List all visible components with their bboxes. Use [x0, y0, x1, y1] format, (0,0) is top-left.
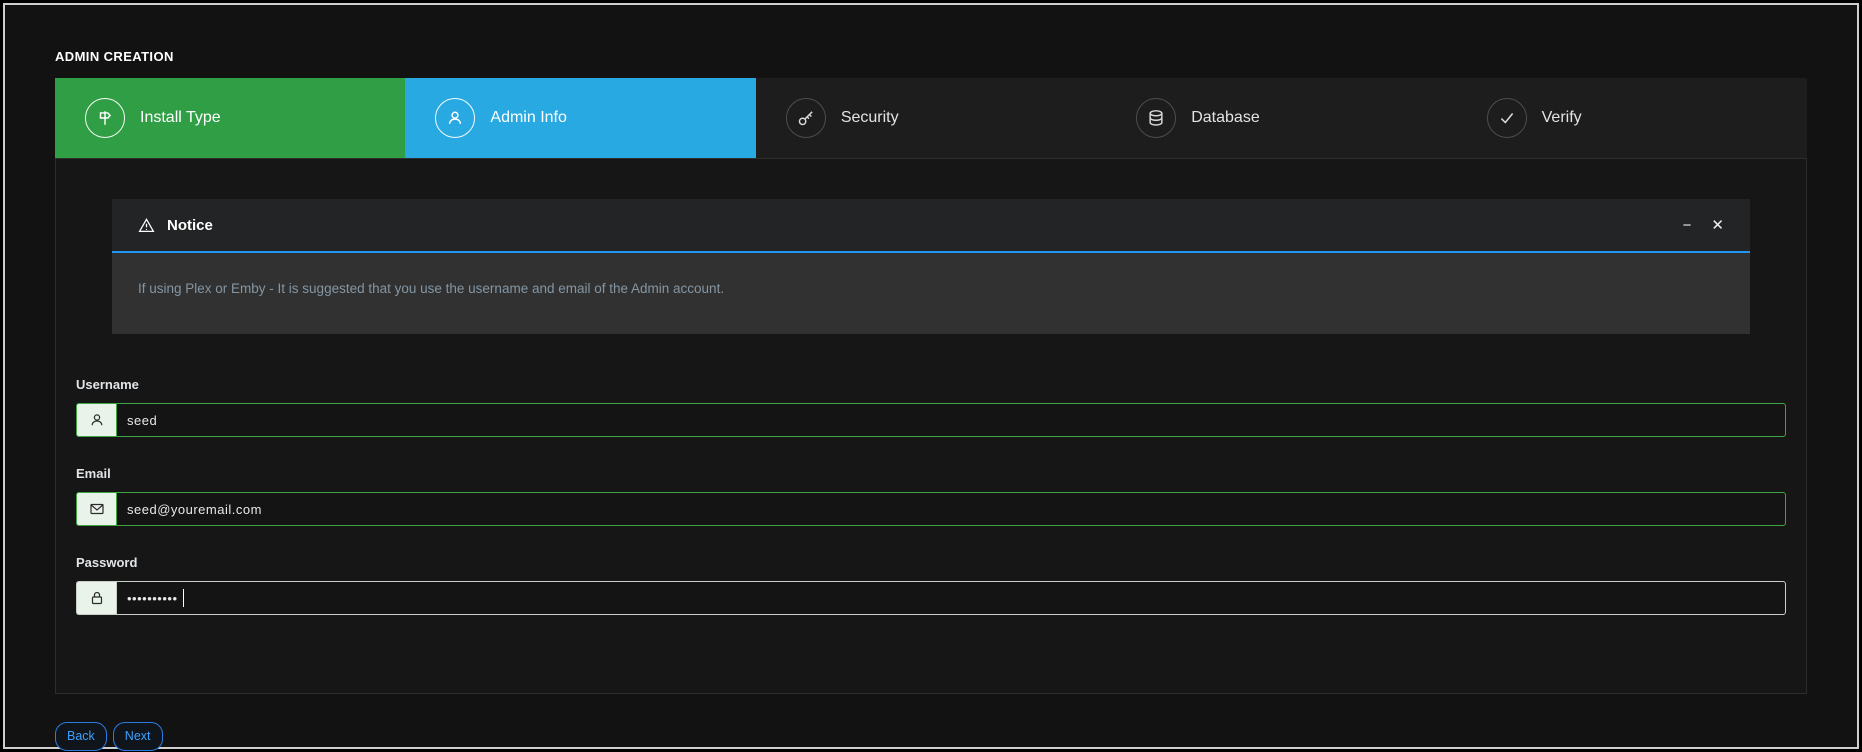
- user-icon: [76, 403, 116, 437]
- wizard-tabs: Install Type Admin Info Security: [55, 78, 1807, 158]
- key-icon: [786, 98, 826, 138]
- password-input[interactable]: [116, 581, 1786, 615]
- username-label: Username: [76, 376, 1786, 394]
- email-input[interactable]: [116, 492, 1786, 526]
- tab-label: Verify: [1542, 109, 1582, 127]
- next-button[interactable]: Next: [113, 722, 163, 751]
- tab-label: Admin Info: [490, 109, 566, 127]
- email-label: Email: [76, 465, 1786, 483]
- notice-title: Notice: [167, 217, 213, 234]
- back-button[interactable]: Back: [55, 722, 107, 751]
- tab-admin-info[interactable]: Admin Info: [405, 78, 755, 158]
- username-input[interactable]: [116, 403, 1786, 437]
- password-label: Password: [76, 554, 1786, 572]
- password-group: [76, 581, 1786, 615]
- notice-message: If using Plex or Emby - It is suggested …: [138, 281, 724, 296]
- close-button[interactable]: ✕: [1711, 218, 1724, 233]
- tab-label: Security: [841, 109, 899, 127]
- tab-install-type[interactable]: Install Type: [55, 78, 405, 158]
- user-icon: [435, 98, 475, 138]
- username-group: [76, 403, 1786, 437]
- window-frame: ADMIN CREATION Install Type Admin Info: [3, 3, 1859, 749]
- warning-icon: [138, 217, 155, 234]
- tab-database[interactable]: Database: [1106, 78, 1456, 158]
- minimize-button[interactable]: −: [1683, 218, 1692, 233]
- wizard-actions: Back Next: [55, 722, 1807, 751]
- envelope-icon: [76, 492, 116, 526]
- tab-label: Install Type: [140, 109, 221, 127]
- page-title: ADMIN CREATION: [55, 49, 1807, 64]
- email-group: [76, 492, 1786, 526]
- notice-panel: Notice − ✕ If using Plex or Emby - It is…: [112, 199, 1750, 334]
- tab-label: Database: [1191, 109, 1260, 127]
- tab-verify[interactable]: Verify: [1457, 78, 1807, 158]
- signpost-icon: [85, 98, 125, 138]
- admin-form: Username Email: [76, 376, 1786, 615]
- database-icon: [1136, 98, 1176, 138]
- lock-icon: [76, 581, 116, 615]
- content-panel: Notice − ✕ If using Plex or Emby - It is…: [55, 158, 1807, 694]
- check-icon: [1487, 98, 1527, 138]
- text-caret: [183, 589, 184, 607]
- tab-security[interactable]: Security: [756, 78, 1106, 158]
- app-container: ADMIN CREATION Install Type Admin Info: [5, 5, 1857, 751]
- notice-body: If using Plex or Emby - It is suggested …: [112, 253, 1750, 334]
- notice-controls: − ✕: [1683, 218, 1724, 233]
- notice-header: Notice − ✕: [112, 199, 1750, 253]
